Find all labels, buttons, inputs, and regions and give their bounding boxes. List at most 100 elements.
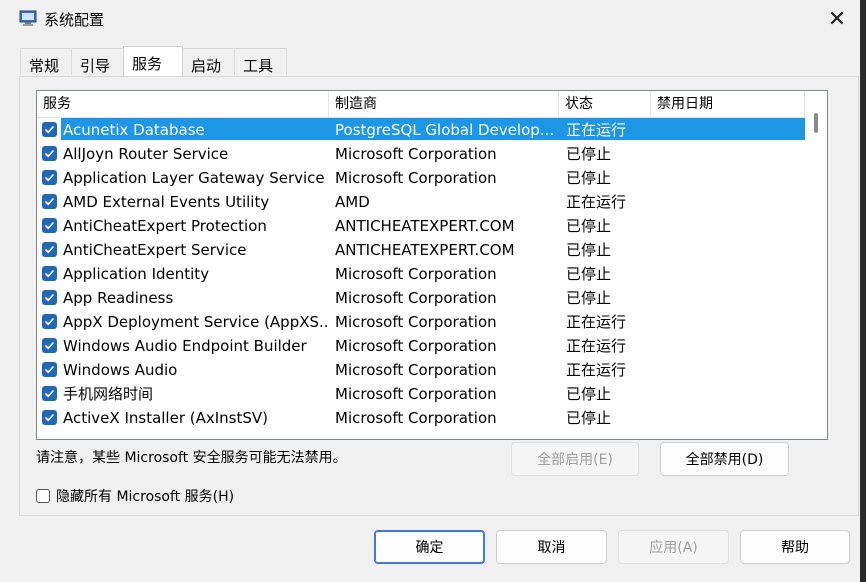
service-manufacturer: Microsoft Corporation — [335, 145, 497, 163]
service-checkbox[interactable] — [42, 218, 57, 233]
security-note: 请注意，某些 Microsoft 安全服务可能无法禁用。 — [36, 450, 347, 466]
service-name: 手机网络时间 — [63, 385, 154, 403]
column-header-service[interactable]: 服务 — [37, 91, 329, 117]
service-status: 已停止 — [566, 385, 612, 403]
service-status: 正在运行 — [566, 121, 627, 139]
service-manufacturer: Microsoft Corporation — [335, 337, 497, 355]
tab-general[interactable]: 常规 — [20, 48, 72, 75]
cancel-button[interactable]: 取消 — [496, 530, 607, 564]
close-icon[interactable]: ✕ — [824, 6, 850, 32]
service-status: 已停止 — [566, 169, 612, 187]
service-status: 正在运行 — [566, 313, 627, 331]
column-header-disabled-date[interactable]: 禁用日期 — [651, 91, 805, 117]
service-checkbox[interactable] — [42, 290, 57, 305]
list-header: 服务 制造商 状态 禁用日期 — [37, 91, 805, 118]
service-name: AllJoyn Router Service — [63, 145, 229, 163]
table-row[interactable]: AntiCheatExpert Service ANTICHEATEXPERT.C… — [37, 238, 805, 262]
checkmark-icon — [44, 149, 55, 158]
service-name: AppX Deployment Service (AppXS... — [63, 313, 328, 331]
service-name: Acunetix Database — [63, 121, 205, 139]
service-name: ActiveX Installer (AxInstSV) — [63, 409, 269, 427]
service-status: 已停止 — [566, 289, 612, 307]
service-manufacturer: AMD — [335, 193, 370, 211]
service-manufacturer: Microsoft Corporation — [335, 409, 497, 427]
service-manufacturer: Microsoft Corporation — [335, 169, 497, 187]
tab-boot[interactable]: 引导 — [71, 48, 124, 75]
table-row[interactable]: Application Layer Gateway Service Microso… — [37, 166, 805, 190]
service-checkbox[interactable] — [42, 362, 57, 377]
title-bar[interactable]: 系统配置 ✕ — [0, 0, 860, 38]
column-header-manufacturer[interactable]: 制造商 — [329, 91, 559, 117]
service-status: 已停止 — [566, 241, 612, 259]
service-disabled-date — [657, 360, 797, 380]
hide-ms-checkbox[interactable] — [36, 489, 50, 503]
table-row[interactable]: AntiCheatExpert Protection ANTICHEATEXPER… — [37, 214, 805, 238]
table-row[interactable]: AllJoyn Router Service Microsoft Corporat… — [37, 142, 805, 166]
help-button[interactable]: 帮助 — [740, 530, 850, 564]
tab-startup[interactable]: 启动 — [182, 48, 235, 75]
checkmark-icon — [44, 245, 55, 254]
system-config-dialog: 系统配置 ✕ 常规 引导 服务 启动 工具 服务 制造商 状态 禁用日期 Acu… — [0, 0, 861, 582]
service-disabled-date — [657, 216, 797, 236]
service-name: Application Layer Gateway Service — [63, 169, 325, 187]
checkmark-icon — [44, 365, 55, 374]
service-status: 正在运行 — [566, 361, 627, 379]
service-checkbox[interactable] — [42, 386, 57, 401]
scrollbar-thumb[interactable] — [814, 113, 818, 133]
service-manufacturer: ANTICHEATEXPERT.COM — [335, 217, 515, 235]
tab-tools[interactable]: 工具 — [234, 48, 287, 75]
table-row[interactable]: AppX Deployment Service (AppXS... Microso… — [37, 310, 805, 334]
table-row[interactable]: 手机网络时间 Microsoft Corporation 已停止 — [37, 382, 805, 406]
table-row[interactable]: Acunetix Database PostgreSQL Global Devel… — [37, 118, 805, 142]
service-manufacturer: Microsoft Corporation — [335, 385, 497, 403]
service-status: 已停止 — [566, 265, 612, 283]
checkmark-icon — [44, 341, 55, 350]
table-row[interactable]: App Readiness Microsoft Corporation 已停止 — [37, 286, 805, 310]
table-row[interactable]: Windows Audio Endpoint Builder Microsoft … — [37, 334, 805, 358]
disable-all-button[interactable]: 全部禁用(D) — [660, 442, 789, 476]
service-checkbox[interactable] — [42, 266, 57, 281]
service-checkbox[interactable] — [42, 242, 57, 257]
background-window-edge — [860, 0, 866, 582]
service-manufacturer: Microsoft Corporation — [335, 289, 497, 307]
service-status: 已停止 — [566, 145, 612, 163]
service-disabled-date — [657, 144, 797, 164]
service-manufacturer: ANTICHEATEXPERT.COM — [335, 241, 515, 259]
service-name: AntiCheatExpert Service — [63, 241, 247, 259]
table-row[interactable]: ActiveX Installer (AxInstSV) Microsoft Co… — [37, 406, 805, 430]
service-name: App Readiness — [63, 289, 174, 307]
service-manufacturer: Microsoft Corporation — [335, 313, 497, 331]
table-row[interactable]: Application Identity Microsoft Corporatio… — [37, 262, 805, 286]
services-list[interactable]: 服务 制造商 状态 禁用日期 Acunetix Database PostgreS… — [36, 90, 828, 440]
service-disabled-date — [657, 264, 797, 284]
enable-all-button[interactable]: 全部启用(E) — [511, 442, 639, 476]
service-status: 已停止 — [566, 217, 612, 235]
service-status: 已停止 — [566, 409, 612, 427]
table-row[interactable]: AMD External Events Utility AMD 正在运行 — [37, 190, 805, 214]
vertical-scrollbar[interactable] — [809, 91, 827, 439]
service-checkbox[interactable] — [42, 410, 57, 425]
service-checkbox[interactable] — [42, 338, 57, 353]
hide-ms-label: 隐藏所有 Microsoft 服务(H) — [56, 489, 235, 505]
service-checkbox[interactable] — [42, 170, 57, 185]
ok-button[interactable]: 确定 — [374, 530, 485, 564]
hide-ms-services[interactable]: 隐藏所有 Microsoft 服务(H) — [36, 486, 234, 506]
checkmark-icon — [44, 173, 55, 182]
service-disabled-date — [657, 120, 797, 140]
checkmark-icon — [44, 269, 55, 278]
column-header-status[interactable]: 状态 — [559, 91, 651, 117]
service-disabled-date — [657, 288, 797, 308]
tab-services[interactable]: 服务 — [123, 46, 183, 76]
checkmark-icon — [44, 221, 55, 230]
service-name: Windows Audio — [63, 361, 178, 379]
service-checkbox[interactable] — [42, 146, 57, 161]
msconfig-app-icon — [19, 10, 37, 26]
window-title: 系统配置 — [44, 11, 105, 29]
table-row[interactable]: Windows Audio Microsoft Corporation 正在运行 — [37, 358, 805, 382]
service-disabled-date — [657, 336, 797, 356]
service-status: 正在运行 — [566, 337, 627, 355]
service-checkbox[interactable] — [42, 314, 57, 329]
service-checkbox[interactable] — [42, 122, 57, 137]
service-checkbox[interactable] — [42, 194, 57, 209]
apply-button[interactable]: 应用(A) — [618, 530, 729, 564]
